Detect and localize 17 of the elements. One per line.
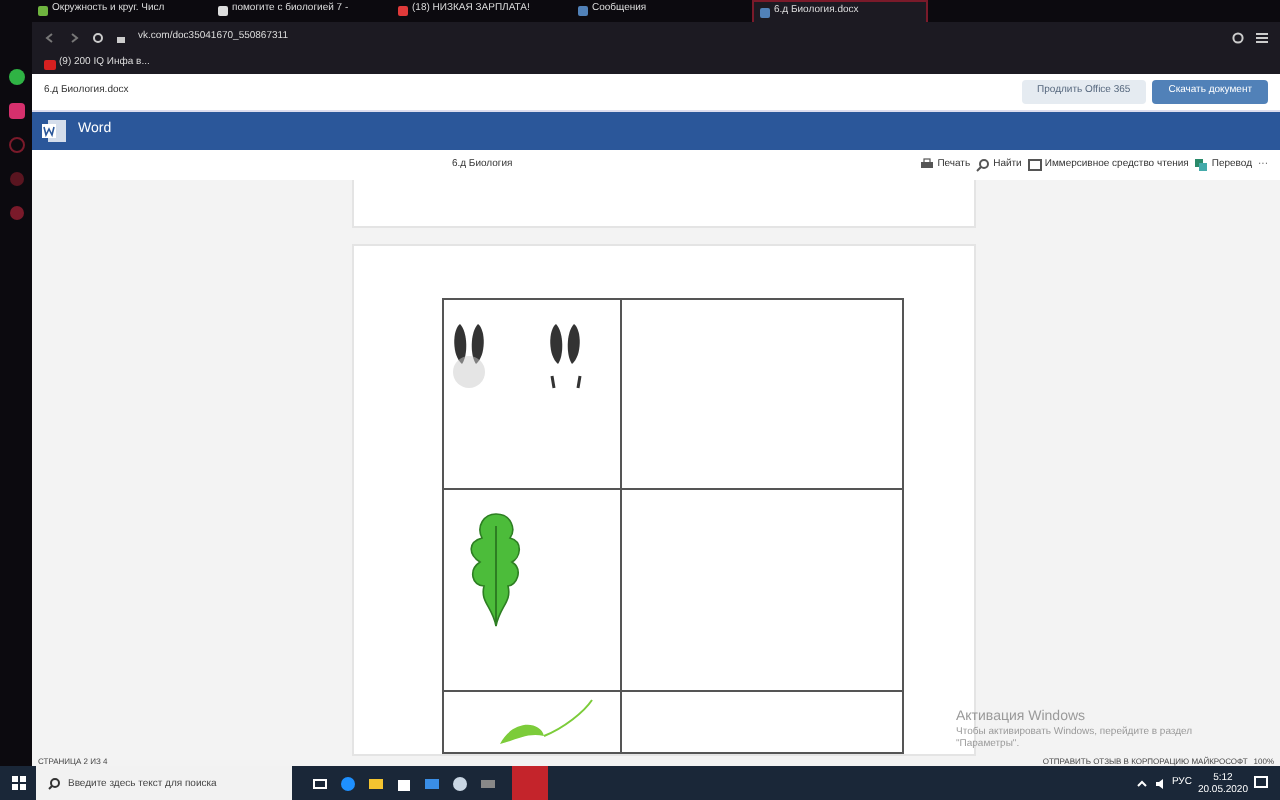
- search-icon: [48, 777, 60, 789]
- menu-icon[interactable]: [1256, 32, 1268, 44]
- windows-logo-icon: [11, 776, 25, 790]
- task-view-icon[interactable]: [312, 775, 328, 791]
- leaf-drawing: [500, 699, 593, 744]
- printer-icon: [920, 158, 935, 172]
- app-logo-icon: [42, 120, 66, 142]
- hoofprint-drawing: [453, 324, 582, 390]
- translate-icon: [1194, 158, 1209, 172]
- lock-icon: [116, 32, 126, 44]
- oak-leaf-drawing: [470, 513, 521, 627]
- volume-icon[interactable]: [1153, 777, 1166, 789]
- app-icon[interactable]: [480, 775, 496, 791]
- back-icon[interactable]: [44, 32, 56, 44]
- search-icon: [976, 158, 991, 172]
- forward-icon[interactable]: [68, 32, 80, 44]
- chevron-up-icon[interactable]: [1135, 777, 1148, 789]
